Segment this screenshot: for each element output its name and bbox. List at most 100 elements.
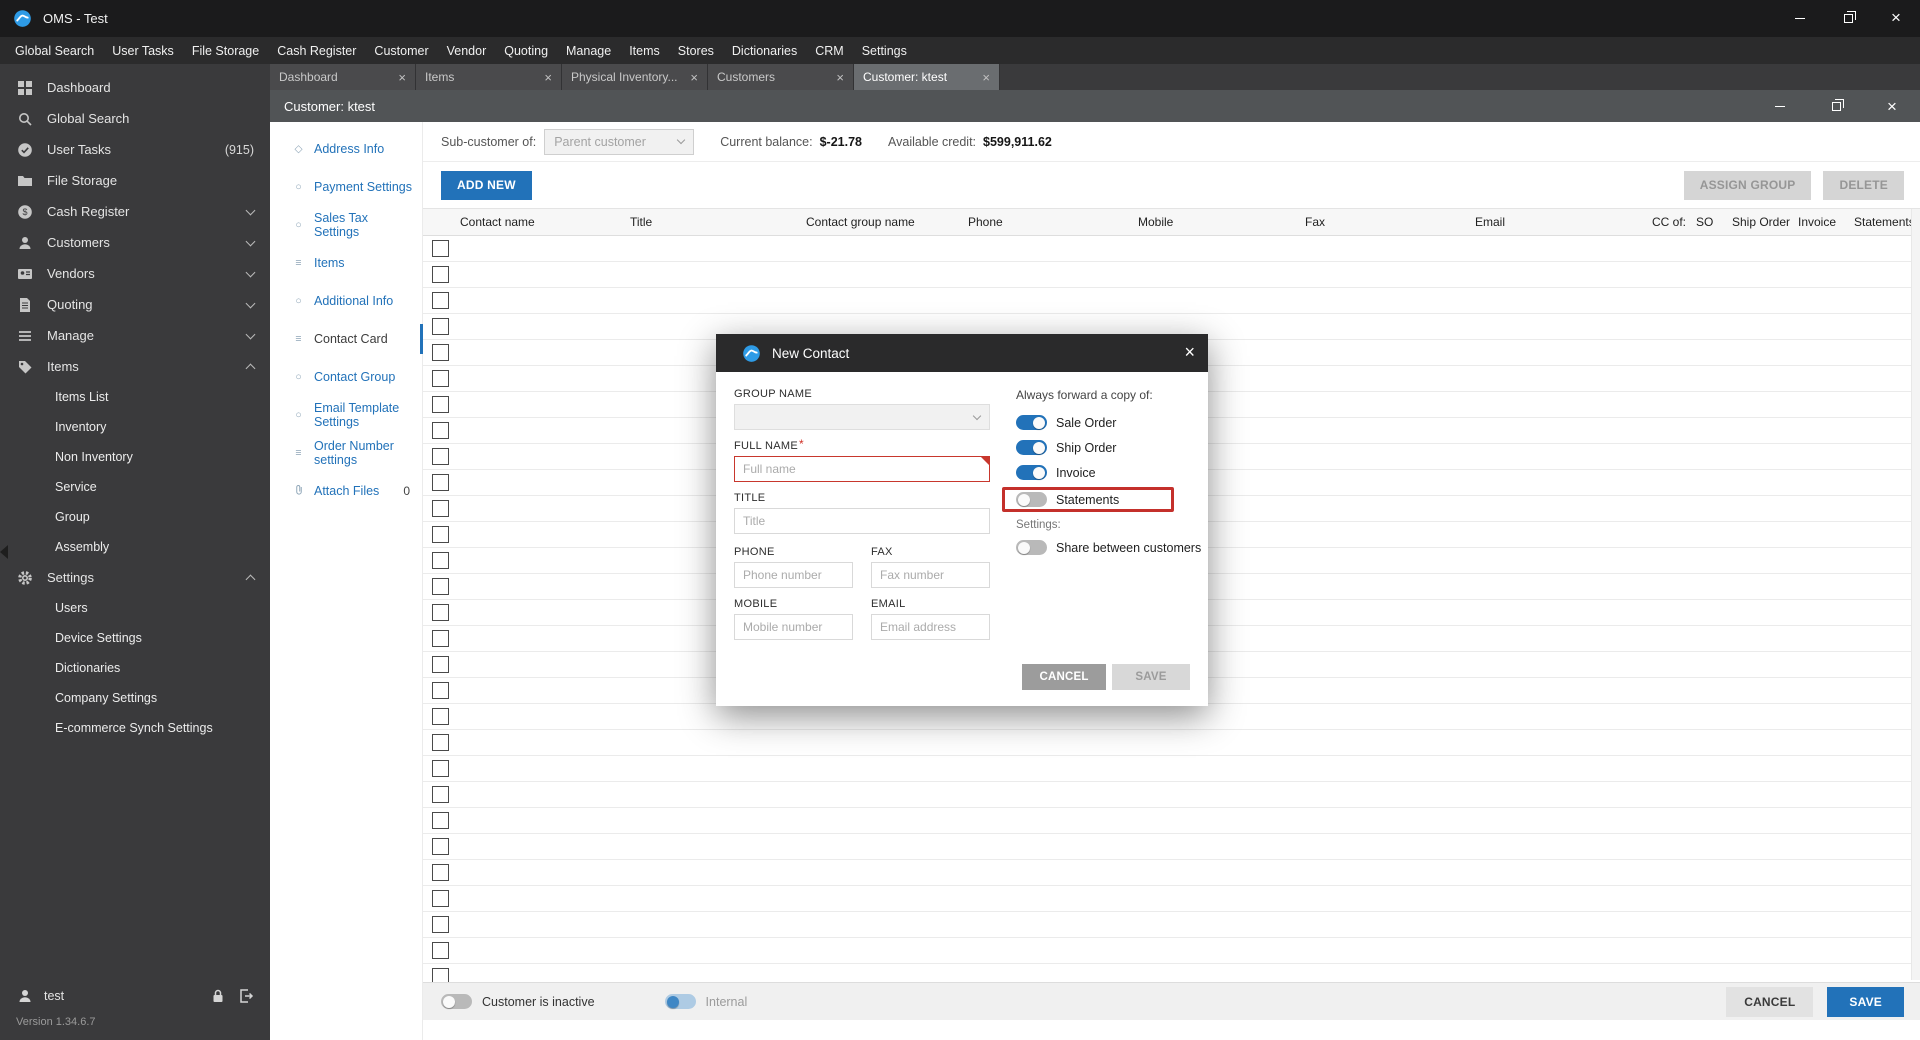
- row-checkbox[interactable]: [432, 890, 449, 907]
- sidebar-item-dashboard[interactable]: Dashboard: [0, 72, 270, 103]
- row-checkbox[interactable]: [432, 864, 449, 881]
- sidebar-item-service[interactable]: Service: [0, 472, 270, 502]
- row-checkbox[interactable]: [432, 942, 449, 959]
- nav-item-address-info[interactable]: Address Info: [270, 130, 422, 168]
- modal-close-icon[interactable]: [1184, 343, 1195, 363]
- mobile-input[interactable]: [734, 614, 853, 640]
- menu-item-cash-register[interactable]: Cash Register: [268, 37, 365, 64]
- row-checkbox[interactable]: [432, 396, 449, 413]
- tab-close-icon[interactable]: [544, 70, 552, 85]
- sidebar-collapse-arrow[interactable]: [0, 545, 8, 559]
- sidebar-item-items[interactable]: Items: [0, 351, 270, 382]
- row-checkbox[interactable]: [432, 370, 449, 387]
- row-checkbox[interactable]: [432, 240, 449, 257]
- invoice-toggle[interactable]: [1016, 465, 1047, 480]
- fax-input[interactable]: [871, 562, 990, 588]
- tab-items[interactable]: Items: [416, 64, 562, 90]
- row-checkbox[interactable]: [432, 422, 449, 439]
- row-checkbox[interactable]: [432, 968, 449, 982]
- menu-item-quoting[interactable]: Quoting: [495, 37, 557, 64]
- row-checkbox[interactable]: [432, 838, 449, 855]
- nav-item-contact-card[interactable]: Contact Card: [270, 320, 423, 358]
- modal-save-button[interactable]: SAVE: [1112, 664, 1190, 690]
- row-checkbox[interactable]: [432, 474, 449, 491]
- ship-order-toggle[interactable]: [1016, 440, 1047, 455]
- row-checkbox[interactable]: [432, 552, 449, 569]
- parent-customer-select[interactable]: Parent customer: [544, 128, 695, 155]
- sidebar-item-company-settings[interactable]: Company Settings: [0, 683, 270, 713]
- nav-item-items[interactable]: Items: [270, 244, 422, 282]
- sidebar-item-dictionaries[interactable]: Dictionaries: [0, 653, 270, 683]
- sidebar-item-non-inventory[interactable]: Non Inventory: [0, 442, 270, 472]
- tab-dashboard[interactable]: Dashboard: [270, 64, 416, 90]
- nav-item-attach-files[interactable]: Attach Files 0: [270, 472, 422, 510]
- vertical-scrollbar[interactable]: [1911, 209, 1920, 980]
- tab-physical-inventory[interactable]: Physical Inventory...: [562, 64, 708, 90]
- sidebar-item-users[interactable]: Users: [0, 593, 270, 623]
- delete-button[interactable]: DELETE: [1823, 170, 1904, 200]
- sale-order-toggle[interactable]: [1016, 415, 1047, 430]
- sidebar-item-quoting[interactable]: Quoting: [0, 289, 270, 320]
- row-checkbox[interactable]: [432, 682, 449, 699]
- menu-item-manage[interactable]: Manage: [557, 37, 620, 64]
- restore-button[interactable]: [1824, 0, 1872, 37]
- sidebar-item-customers[interactable]: Customers: [0, 227, 270, 258]
- share-between-customers-toggle[interactable]: [1016, 540, 1047, 555]
- sidebar-item-group[interactable]: Group: [0, 502, 270, 532]
- internal-toggle[interactable]: [664, 994, 696, 1009]
- nav-item-contact-group[interactable]: Contact Group: [270, 358, 422, 396]
- group-name-select[interactable]: [734, 404, 990, 430]
- row-checkbox[interactable]: [432, 318, 449, 335]
- row-checkbox[interactable]: [432, 292, 449, 309]
- full-name-input[interactable]: [734, 456, 990, 482]
- sidebar-item-settings[interactable]: Settings: [0, 562, 270, 593]
- menu-item-dictionaries[interactable]: Dictionaries: [723, 37, 806, 64]
- nav-item-order-number-settings[interactable]: Order Number settings: [270, 434, 422, 472]
- tab-close-icon[interactable]: [836, 70, 844, 85]
- nav-item-email-template-settings[interactable]: Email Template Settings: [270, 396, 422, 434]
- customer-inactive-toggle[interactable]: [441, 994, 472, 1009]
- menu-item-global-search[interactable]: Global Search: [6, 37, 103, 64]
- row-checkbox[interactable]: [432, 448, 449, 465]
- inner-close-button[interactable]: [1864, 90, 1920, 122]
- menu-item-stores[interactable]: Stores: [669, 37, 723, 64]
- menu-item-settings[interactable]: Settings: [853, 37, 916, 64]
- row-checkbox[interactable]: [432, 760, 449, 777]
- email-input[interactable]: [871, 614, 990, 640]
- customer-cancel-button[interactable]: CANCEL: [1726, 986, 1814, 1017]
- statements-toggle[interactable]: [1016, 492, 1047, 507]
- menu-item-file-storage[interactable]: File Storage: [183, 37, 268, 64]
- sidebar-item-global-search[interactable]: Global Search: [0, 103, 270, 134]
- tab-close-icon[interactable]: [690, 70, 698, 85]
- sidebar-item-device-settings[interactable]: Device Settings: [0, 623, 270, 653]
- sidebar-item-file-storage[interactable]: File Storage: [0, 165, 270, 196]
- nav-item-sales-tax-settings[interactable]: Sales Tax Settings: [270, 206, 422, 244]
- row-checkbox[interactable]: [432, 526, 449, 543]
- modal-cancel-button[interactable]: CANCEL: [1022, 664, 1106, 690]
- row-checkbox[interactable]: [432, 266, 449, 283]
- customer-save-button[interactable]: SAVE: [1827, 986, 1904, 1017]
- menu-item-user-tasks[interactable]: User Tasks: [103, 37, 183, 64]
- tab-customer-ktest[interactable]: Customer: ktest: [854, 64, 1000, 90]
- nav-item-payment-settings[interactable]: Payment Settings: [270, 168, 422, 206]
- logout-icon[interactable]: [237, 988, 254, 1005]
- tab-close-icon[interactable]: [982, 70, 990, 85]
- nav-item-additional-info[interactable]: Additional Info: [270, 282, 422, 320]
- row-checkbox[interactable]: [432, 604, 449, 621]
- lock-icon[interactable]: [209, 988, 226, 1005]
- row-checkbox[interactable]: [432, 916, 449, 933]
- inner-minimize-button[interactable]: [1752, 90, 1808, 122]
- tab-close-icon[interactable]: [398, 70, 406, 85]
- inner-restore-button[interactable]: [1808, 90, 1864, 122]
- title-input[interactable]: [734, 508, 990, 534]
- row-checkbox[interactable]: [432, 812, 449, 829]
- minimize-button[interactable]: [1776, 0, 1824, 37]
- row-checkbox[interactable]: [432, 578, 449, 595]
- row-checkbox[interactable]: [432, 344, 449, 361]
- sidebar-item-user-tasks[interactable]: User Tasks (915): [0, 134, 270, 165]
- add-new-button[interactable]: ADD NEW: [441, 170, 532, 200]
- tab-customers[interactable]: Customers: [708, 64, 854, 90]
- sidebar-item-assembly[interactable]: Assembly: [0, 532, 270, 562]
- sidebar-item-ecommerce-synch-settings[interactable]: E-commerce Synch Settings: [0, 713, 270, 743]
- menu-item-crm[interactable]: CRM: [806, 37, 852, 64]
